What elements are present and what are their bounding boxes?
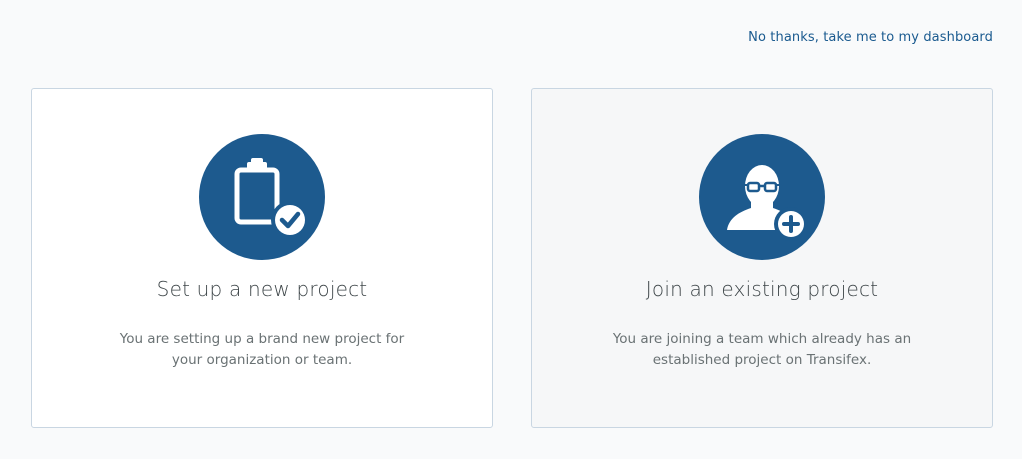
new-project-title: Set up a new project [156, 277, 368, 301]
skip-to-dashboard-link[interactable]: No thanks, take me to my dashboard [748, 30, 993, 45]
join-project-title: Join an existing project [645, 277, 879, 301]
new-project-description: You are setting up a brand new project f… [119, 331, 405, 368]
new-project-card[interactable]: Set up a new project You are setting up … [31, 88, 493, 428]
join-project-card[interactable]: Join an existing project You are joining… [531, 88, 993, 428]
join-project-description: You are joining a team which already has… [612, 331, 912, 368]
user-add-icon [699, 134, 825, 260]
onboarding-page: No thanks, take me to my dashboard Set u… [0, 0, 1022, 459]
clipboard-check-icon [199, 134, 325, 260]
